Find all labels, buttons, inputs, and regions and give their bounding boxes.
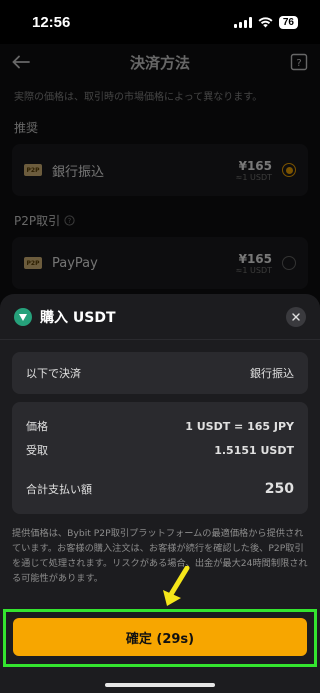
method-price: ¥165 ≈1 USDT (236, 159, 272, 182)
status-bar: 12:56 76 (0, 0, 320, 44)
status-time: 12:56 (32, 13, 71, 31)
nav-bar: 決済方法 ? (0, 44, 320, 80)
section-recommended-label: 推奨 (14, 121, 39, 135)
section-recommended: 推奨 (0, 103, 320, 144)
close-icon (292, 312, 300, 321)
order-summary: 価格 1 USDT = 165 JPY 受取 1.5151 USDT 合計支払い… (12, 402, 308, 514)
total-row: 合計支払い額 250 (26, 476, 294, 502)
method-card-paypay[interactable]: P2P PayPay ¥165 ≈1 USDT (12, 237, 308, 289)
radio-unselected[interactable] (282, 256, 296, 270)
method-price-value: ¥165 (238, 251, 272, 266)
pay-method-row: 以下で決済 銀行振込 (12, 352, 308, 394)
method-label: 銀行振込 (52, 164, 105, 180)
confirm-highlight-box: 確定 (29s) (3, 609, 317, 667)
sheet-header: 購入 USDT (0, 294, 320, 340)
pay-method-value: 銀行振込 (250, 367, 294, 380)
status-icons: 76 (233, 15, 298, 29)
price-note: 実際の価格は、取引時の市場価格によって異なります。 (14, 92, 263, 103)
method-card-bank-transfer[interactable]: P2P 銀行振込 ¥165 ≈1 USDT (12, 144, 308, 196)
total-value: 250 (264, 481, 294, 497)
method-price: ¥165 ≈1 USDT (236, 252, 272, 275)
price-row: 価格 1 USDT = 165 JPY (26, 414, 294, 438)
info-icon[interactable]: ? (64, 215, 75, 226)
method-price-sub: ≈1 USDT (235, 172, 272, 182)
p2p-icon: P2P (24, 164, 42, 176)
receive-value: 1.5151 USDT (214, 443, 294, 457)
svg-text:?: ? (296, 58, 301, 69)
page-title: 決済方法 (129, 53, 190, 72)
help-icon[interactable]: ? (290, 53, 308, 71)
close-button[interactable] (286, 306, 306, 327)
battery-indicator: 76 (278, 15, 298, 29)
annotation-arrow-icon (163, 566, 190, 606)
receive-row: 受取 1.5151 USDT (26, 438, 294, 462)
confirm-button[interactable]: 確定 (29s) (13, 618, 307, 656)
back-arrow-icon[interactable] (12, 55, 30, 69)
section-p2p: P2P取引 ? (0, 196, 320, 237)
sheet-title: 購入 USDT (40, 309, 116, 326)
section-p2p-label: P2P取引 (14, 214, 61, 228)
usdt-icon (14, 307, 32, 326)
home-indicator (105, 683, 215, 687)
pay-method-label: 以下で決済 (26, 367, 81, 380)
total-label: 合計支払い額 (26, 483, 92, 496)
svg-text:?: ? (68, 217, 72, 225)
method-price-sub: ≈1 USDT (235, 265, 272, 275)
price-label: 価格 (26, 420, 48, 433)
method-price-value: ¥165 (238, 158, 272, 173)
p2p-icon: P2P (24, 257, 42, 269)
method-label: PayPay (52, 255, 98, 271)
price-value: 1 USDT = 165 JPY (185, 419, 294, 433)
receive-label: 受取 (26, 444, 48, 457)
signal-icon (233, 16, 252, 28)
radio-selected[interactable] (282, 163, 296, 177)
wifi-icon (258, 16, 273, 27)
